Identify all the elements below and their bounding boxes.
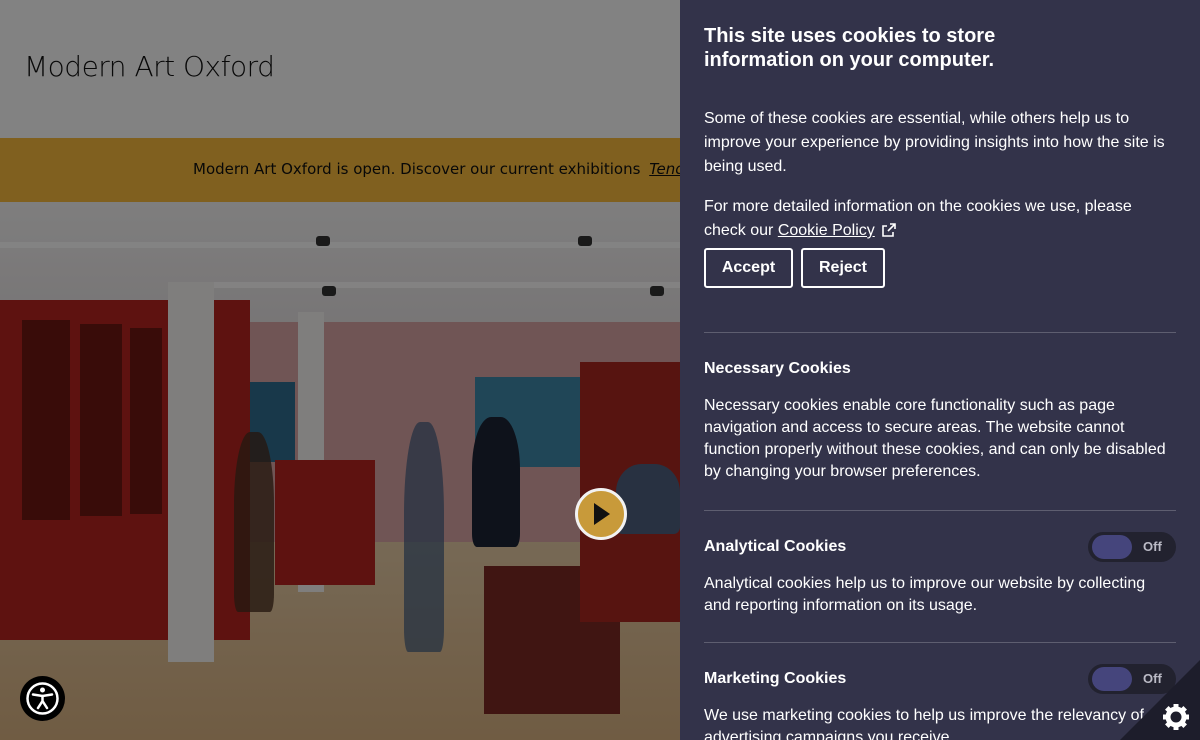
gear-icon — [1120, 660, 1200, 740]
play-icon — [594, 503, 610, 525]
external-link-icon — [881, 223, 896, 237]
analytical-cookies-text: Analytical cookies help us to improve ou… — [704, 575, 1146, 614]
cookie-intro-text: Some of these cookies are essential, whi… — [704, 110, 1165, 175]
cookie-policy-link[interactable]: Cookie Policy — [778, 222, 875, 239]
divider — [704, 332, 1176, 333]
marketing-cookies-title: Marketing Cookies — [704, 670, 847, 687]
divider — [704, 510, 1176, 511]
accept-button[interactable]: Accept — [704, 248, 793, 288]
analytical-cookies-toggle[interactable]: Off — [1088, 532, 1176, 562]
reject-button[interactable]: Reject — [801, 248, 885, 288]
toggle-knob — [1092, 535, 1132, 559]
marketing-cookies-text: We use marketing cookies to help us impr… — [704, 707, 1144, 740]
divider — [704, 642, 1176, 643]
cookie-policy-prefix: For more detailed information on the coo… — [704, 198, 1132, 239]
cookie-policy-text: For more detailed information on the coo… — [704, 195, 1176, 243]
cookie-consent-panel: This site uses cookies to store informat… — [680, 0, 1200, 740]
cookie-settings-button[interactable] — [1120, 660, 1200, 740]
accessibility-person-icon — [26, 682, 59, 715]
accessibility-button[interactable] — [20, 676, 65, 721]
video-play-button[interactable] — [575, 488, 627, 540]
necessary-cookies-text: Necessary cookies enable core functional… — [704, 397, 1166, 480]
cookie-panel-title: This site uses cookies to store informat… — [704, 25, 996, 71]
analytical-cookies-title: Analytical Cookies — [704, 538, 847, 555]
toggle-state-label: Off — [1143, 539, 1162, 554]
necessary-cookies-title: Necessary Cookies — [704, 360, 851, 377]
